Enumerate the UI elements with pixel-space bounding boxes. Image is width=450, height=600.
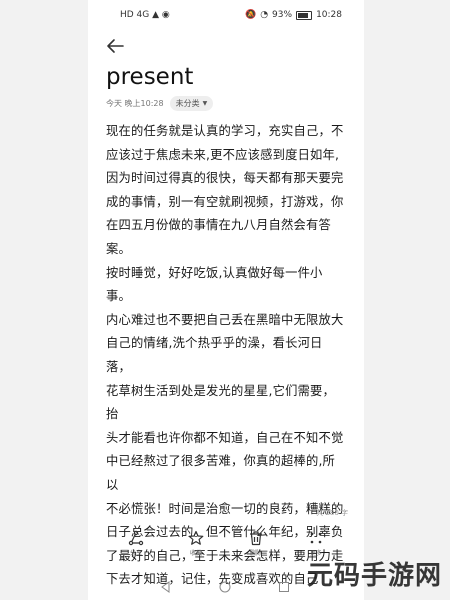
- status-time: 10:28: [316, 10, 342, 20]
- back-arrow-icon[interactable]: [106, 38, 126, 56]
- battery-percent: 93%: [272, 10, 293, 20]
- share-button[interactable]: 分享: [116, 530, 156, 557]
- category-label: 未分类: [175, 99, 200, 108]
- more-icon: [310, 532, 322, 544]
- wifi-icon: ◔: [260, 10, 269, 20]
- phone-screen: HD 4G ▲ ◉ 🔕 ◔ 93% 10:28 present 今天 晚上10:…: [88, 0, 364, 600]
- more-button[interactable]: 更多: [296, 530, 336, 557]
- status-right: 🔕 ◔ 93% 10:28: [245, 10, 342, 20]
- note-line: 花草树生活到处是发光的星星,它们需要，抬: [106, 383, 336, 422]
- site-watermark: 元码手游网: [306, 561, 442, 591]
- note-line: 内心难过也不要把自己丢在黑暗中无限放大: [106, 312, 344, 327]
- note-line: 不必慌张！时间是治愈一切的良药，糟糕的: [106, 501, 344, 516]
- delete-label: 删除: [249, 550, 262, 557]
- note-body[interactable]: 现在的任务就是认真的学习，充实自己，不 应该过于焦虑未来,更不应该感到度日如年,…: [106, 120, 346, 592]
- battery-icon: [296, 10, 313, 20]
- category-dropdown[interactable]: 未分类 ▼: [169, 96, 214, 111]
- note-line: 成的事情，别一有空就刷视频，打游戏，你: [106, 194, 344, 209]
- signal-icons: HD 4G ▲ ◉: [120, 10, 170, 20]
- nav-back-icon[interactable]: [160, 578, 174, 593]
- note-title[interactable]: present: [106, 64, 193, 90]
- note-line: 按时睡觉，好好吃饭,认真做好每一件小事。: [106, 265, 323, 304]
- note-line: 因为时间过得真的很快，每天都有那天要完: [106, 171, 344, 186]
- note-line: 在四五月份做的事情在九八月自然会有答案。: [106, 218, 331, 256]
- chevron-down-icon: ▼: [202, 100, 208, 107]
- mute-icon: 🔕: [244, 10, 257, 20]
- char-count: 共 280 字: [316, 509, 348, 517]
- share-icon: [128, 530, 144, 546]
- note-line: 自己的情绪,洗个热乎乎的澡，看长河日落，: [106, 336, 323, 374]
- star-icon: [188, 530, 204, 545]
- note-line: 中已经熬过了很多苦难，你真的超棒的,所以: [106, 454, 336, 492]
- nav-home-icon[interactable]: [219, 578, 233, 593]
- delete-button[interactable]: 删除: [236, 530, 276, 557]
- note-time: 今天 晚上10:28: [106, 99, 164, 108]
- share-label: 分享: [129, 550, 142, 557]
- nav-recents-icon[interactable]: [278, 578, 292, 592]
- favorite-button[interactable]: 收藏: [176, 530, 216, 557]
- note-line: 头才能看也许你都不知道，自己在不知不觉: [106, 430, 344, 445]
- note-line: 应该过于焦虑未来,更不应该感到度日如年,: [106, 147, 340, 162]
- status-bar: HD 4G ▲ ◉ 🔕 ◔ 93% 10:28: [88, 8, 364, 26]
- trash-icon: [250, 531, 262, 546]
- favorite-label: 收藏: [189, 550, 202, 557]
- note-line: 现在的任务就是认真的学习，充实自己，不: [106, 124, 344, 138]
- status-left: HD 4G ▲ ◉: [120, 10, 170, 20]
- note-meta: 今天 晚上10:28 未分类 ▼: [106, 96, 214, 111]
